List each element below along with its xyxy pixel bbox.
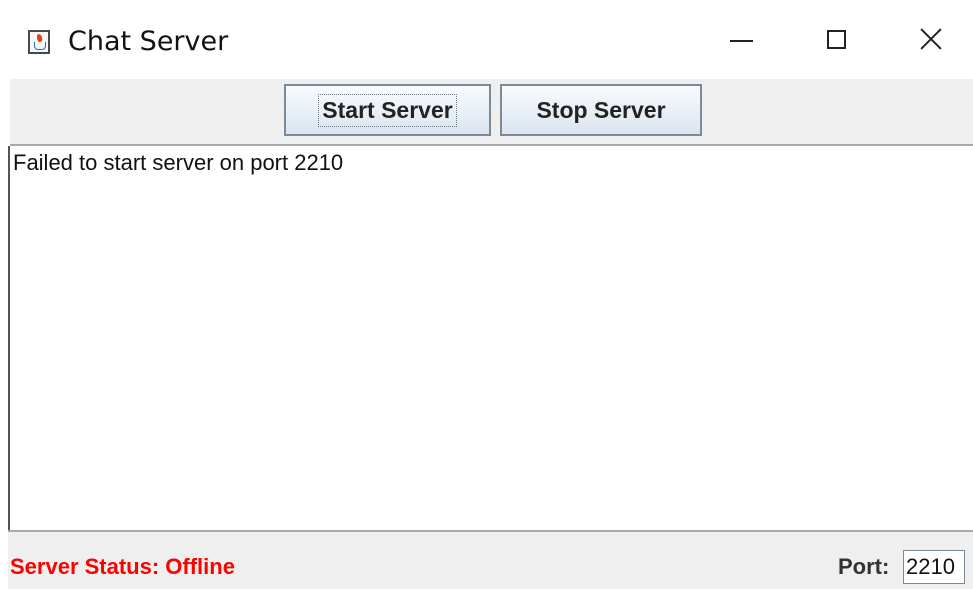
minimize-icon <box>729 40 753 42</box>
close-icon <box>919 27 943 51</box>
button-panel: Start Server Stop Server <box>10 79 973 146</box>
log-line: Failed to start server on port 2210 <box>13 150 344 175</box>
minimize-button[interactable] <box>711 14 771 64</box>
java-icon <box>28 30 50 54</box>
server-status-label: Server Status: Offline <box>10 554 235 579</box>
chat-server-window: Chat Server Start Server Stop Server Fai… <box>0 0 973 589</box>
server-log-textarea[interactable]: Failed to start server on port 2210 <box>8 146 973 530</box>
start-server-button[interactable]: Start Server <box>284 84 491 136</box>
start-server-label: Start Server <box>318 93 457 127</box>
stop-server-button[interactable]: Stop Server <box>500 84 702 136</box>
status-bar: Server Status: Offline Port: <box>8 530 973 589</box>
title-bar[interactable]: Chat Server <box>0 0 973 79</box>
maximize-button[interactable] <box>806 14 866 64</box>
window-title: Chat Server <box>68 26 229 57</box>
stop-server-label: Stop Server <box>536 96 666 123</box>
port-field[interactable] <box>903 550 965 584</box>
close-button[interactable] <box>901 14 961 64</box>
port-label: Port: <box>838 554 890 579</box>
maximize-icon <box>826 29 846 49</box>
